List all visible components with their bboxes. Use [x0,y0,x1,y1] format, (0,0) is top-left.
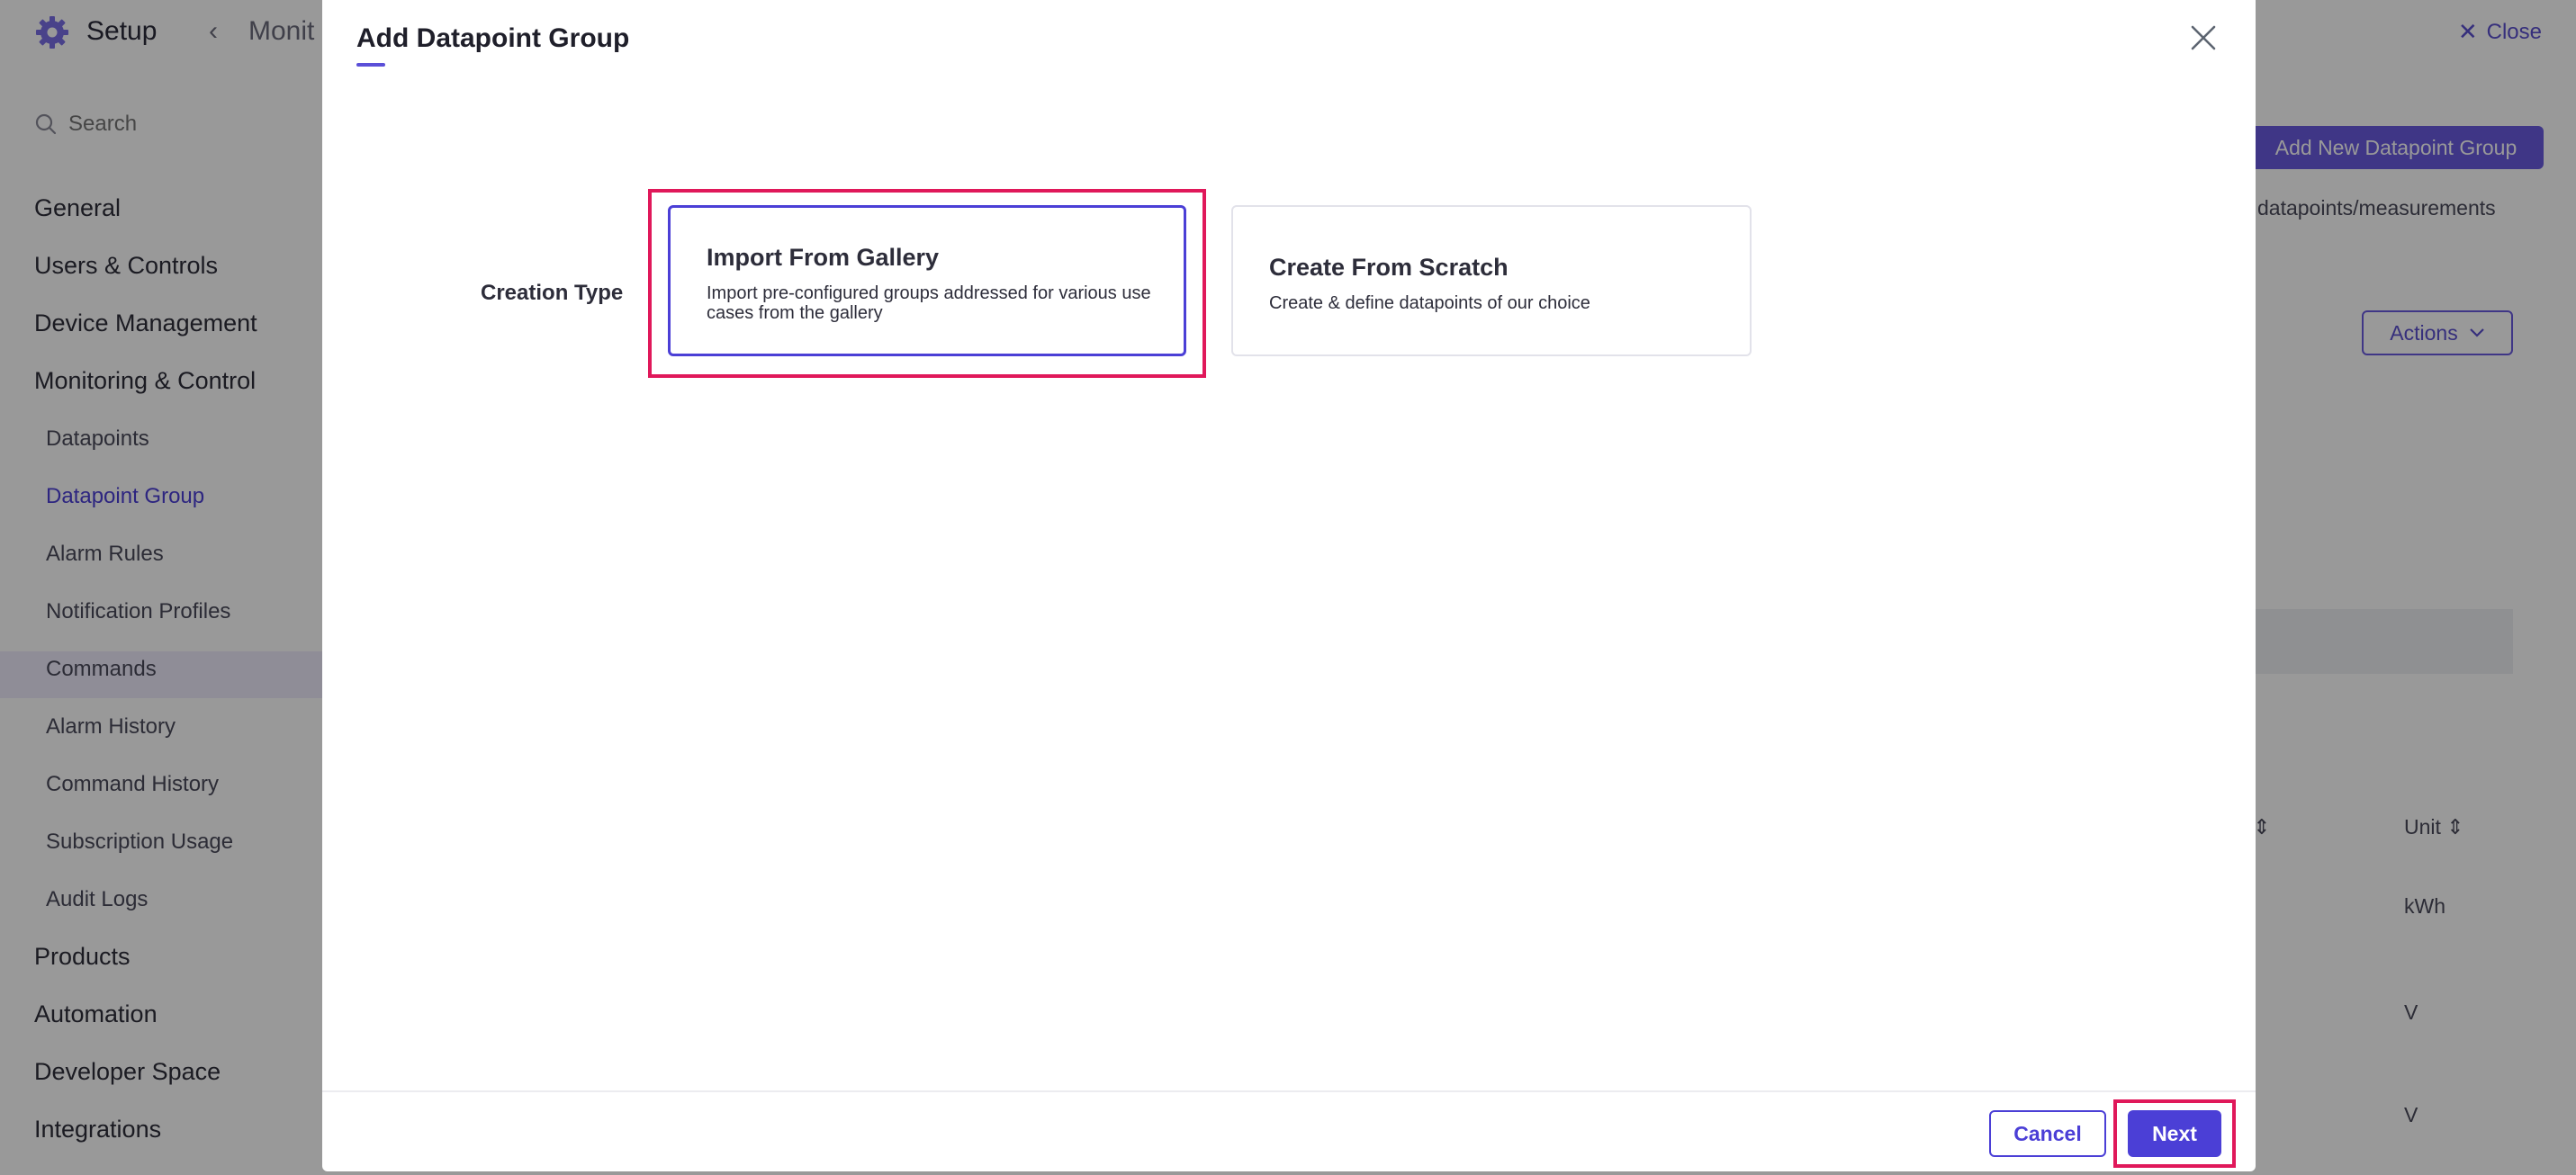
selection-highlight-box [648,189,1206,378]
card-description: Create & define datapoints of our choice [1269,293,1590,313]
create-from-scratch-card[interactable]: Create From Scratch Create & define data… [1231,205,1752,356]
creation-type-label: Creation Type [481,281,624,305]
footer-divider [322,1090,2256,1092]
dialog-title: Add Datapoint Group [356,23,630,53]
add-datapoint-group-dialog: Add Datapoint Group Creation Type Import… [322,0,2256,1171]
card-title: Create From Scratch [1269,254,1509,281]
title-underline [356,63,385,67]
cancel-button[interactable]: Cancel [1989,1110,2106,1157]
close-icon[interactable] [2187,22,2220,54]
next-highlight-box [2113,1099,2236,1168]
